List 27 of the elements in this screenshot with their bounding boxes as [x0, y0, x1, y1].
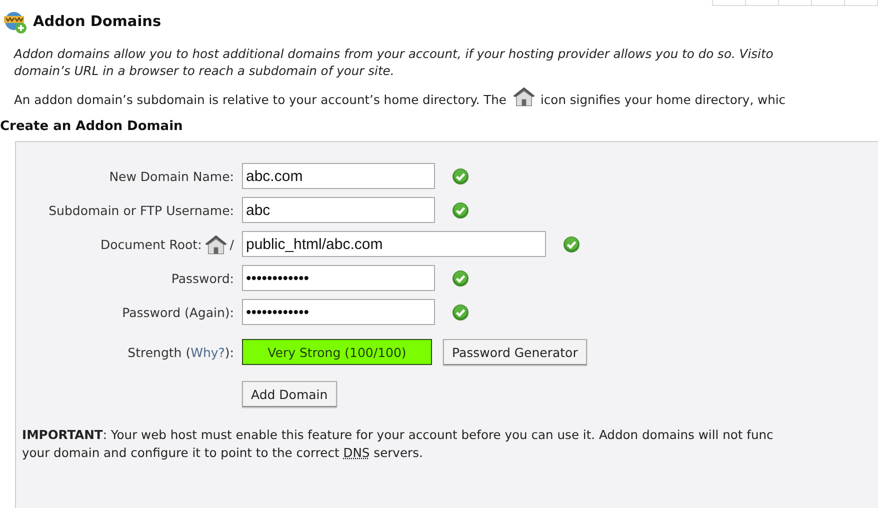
- field-label: Subdomain or FTP Username:: [48, 202, 235, 218]
- home-icon: [204, 233, 228, 255]
- why-link[interactable]: Why?: [190, 344, 225, 360]
- important-text: your domain and configure it to point to the correct DNS servers.: [22, 445, 424, 462]
- important-text: IMPORTANT: Your web host must enable this feature for your account before you can use it. Addon domains will not func: [22, 427, 774, 444]
- text-field[interactable]: abc: [242, 197, 435, 223]
- field-label: Strength (Why?):: [126, 344, 235, 360]
- home-icon: [512, 85, 536, 107]
- page-title: Addon Domains: [33, 14, 162, 30]
- field-label: New Domain Name:: [108, 168, 235, 184]
- globe-add-icon: [3, 10, 27, 34]
- password-generator-button[interactable]: Password Generator: [443, 339, 587, 365]
- field-label: Password:: [170, 270, 235, 286]
- section-heading: Create an Addon Domain: [0, 119, 184, 134]
- text-field[interactable]: ••••••••••••: [242, 299, 435, 325]
- field-label: Document Root:: [100, 236, 202, 252]
- text-field[interactable]: public_html/abc.com: [242, 231, 546, 257]
- path-separator: /: [230, 236, 234, 252]
- intro-text: Addon domains allow you to host additional domains from your account, if your hosting provider allows you to do so. Visito: [14, 46, 774, 63]
- note-text: An addon domain’s subdomain is relative to your account’s home directory. The: [14, 93, 506, 107]
- strength-text: Very Strong (100/100): [266, 344, 408, 362]
- text-field[interactable]: abc.com: [242, 163, 435, 189]
- note-text: icon signifies your home directory, whic: [540, 93, 786, 107]
- add-domain-button[interactable]: Add Domain: [242, 381, 337, 407]
- intro-text: domain’s URL in a browser to reach a subdomain of your site.: [14, 63, 396, 80]
- text-field[interactable]: ••••••••••••: [242, 265, 435, 291]
- field-label: Password (Again):: [121, 304, 235, 320]
